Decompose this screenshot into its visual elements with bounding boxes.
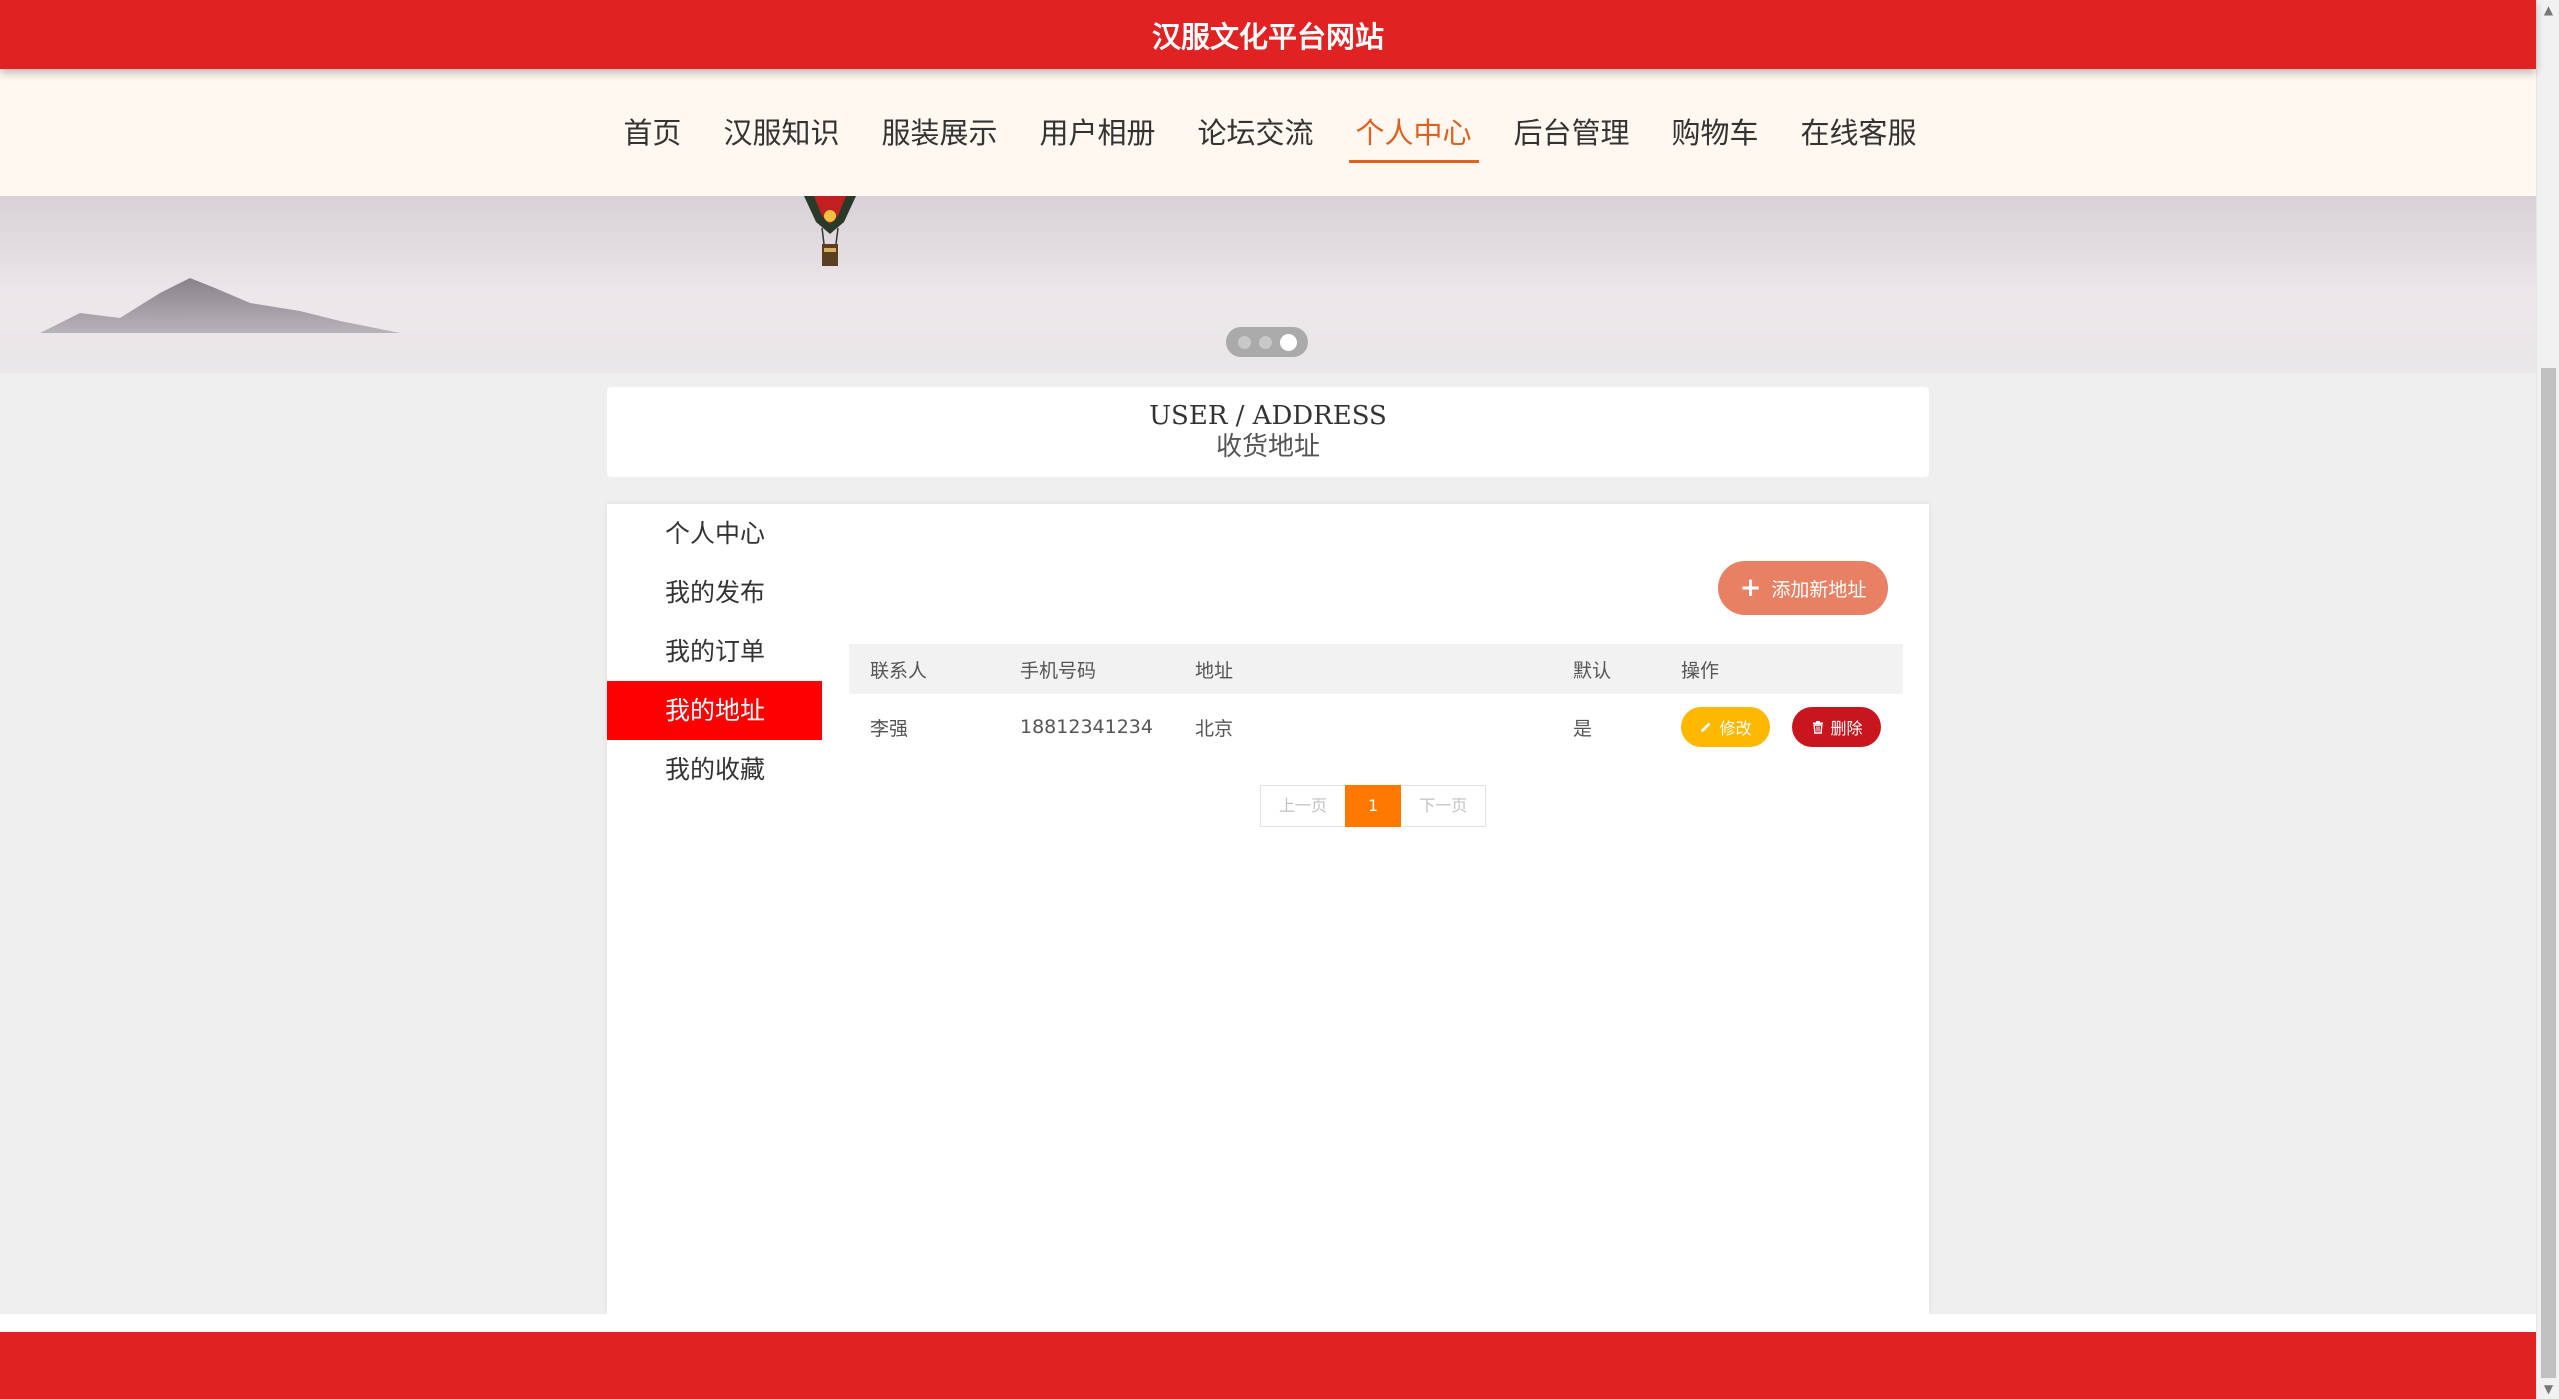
address-panel: 个人中心 我的发布 我的订单 我的地址 我的收藏 + 添加新地址 联系人 手机号… <box>607 504 1929 1314</box>
main-nav: 首页 汉服知识 服装展示 用户相册 论坛交流 个人中心 后台管理 购物车 在线客… <box>0 69 2536 196</box>
side-item-my-address[interactable]: 我的地址 <box>607 681 822 740</box>
carousel-indicator <box>1226 327 1308 357</box>
address-table: 联系人 手机号码 地址 默认 操作 李强 18812341234 北京 是 修改… <box>849 644 1903 760</box>
trash-icon <box>1812 721 1823 734</box>
scroll-up-arrow-icon[interactable]: ▲ <box>2537 0 2559 20</box>
page-scrollbar[interactable]: ▲ ▼ <box>2536 0 2559 1399</box>
side-menu: 个人中心 我的发布 我的订单 我的地址 我的收藏 <box>607 504 822 799</box>
cell-address: 北京 <box>1195 717 1234 740</box>
banner-carousel <box>0 196 2536 373</box>
header-actions: 操作 <box>1681 659 1720 682</box>
add-address-button[interactable]: + 添加新地址 <box>1718 561 1888 615</box>
header-address: 地址 <box>1195 659 1234 682</box>
carousel-dot-2[interactable] <box>1258 335 1272 349</box>
current-page[interactable]: 1 <box>1345 785 1402 827</box>
nav-item-online-service[interactable]: 在线客服 <box>1780 103 1938 163</box>
header-phone: 手机号码 <box>1020 659 1097 682</box>
cell-phone: 18812341234 <box>1020 716 1153 738</box>
nav-item-cart[interactable]: 购物车 <box>1651 103 1780 163</box>
nav-item-hanfu-knowledge[interactable]: 汉服知识 <box>702 103 860 163</box>
next-page-button[interactable]: 下一页 <box>1401 785 1487 827</box>
delete-button-label: 删除 <box>1830 719 1863 738</box>
header-contact: 联系人 <box>870 659 928 682</box>
side-item-my-favorites[interactable]: 我的收藏 <box>607 740 822 799</box>
prev-page-button[interactable]: 上一页 <box>1260 785 1346 827</box>
section-header: USER / ADDRESS 收货地址 <box>607 387 1929 477</box>
site-footer <box>0 1332 2536 1399</box>
edit-button[interactable]: 修改 <box>1681 707 1770 747</box>
footer-spacer <box>0 1314 2536 1332</box>
side-item-my-orders[interactable]: 我的订单 <box>607 622 822 681</box>
site-header: 汉服文化平台网站 <box>0 0 2536 69</box>
carousel-dot-3[interactable] <box>1279 333 1297 351</box>
nav-item-user-album[interactable]: 用户相册 <box>1018 103 1176 163</box>
scroll-down-arrow-icon[interactable]: ▼ <box>2537 1379 2559 1399</box>
pencil-icon <box>1701 722 1711 732</box>
cell-actions: 修改 删除 <box>1660 694 1903 760</box>
nav-item-clothing-display[interactable]: 服装展示 <box>860 103 1018 163</box>
plus-icon: + <box>1739 573 1762 603</box>
side-item-personal-center[interactable]: 个人中心 <box>607 504 822 563</box>
add-address-label: 添加新地址 <box>1771 578 1867 601</box>
section-title-en: USER / ADDRESS <box>1149 401 1387 431</box>
side-item-my-posts[interactable]: 我的发布 <box>607 563 822 622</box>
cell-contact: 李强 <box>870 717 909 740</box>
header-default: 默认 <box>1573 659 1612 682</box>
delete-button[interactable]: 删除 <box>1792 707 1882 747</box>
nav-item-admin[interactable]: 后台管理 <box>1493 103 1651 163</box>
table-row: 李强 18812341234 北京 是 修改 删除 <box>849 694 1903 760</box>
hot-air-balloon-image <box>804 196 856 266</box>
table-header-row: 联系人 手机号码 地址 默认 操作 <box>849 644 1903 694</box>
carousel-dot-1[interactable] <box>1237 335 1251 349</box>
edit-button-label: 修改 <box>1719 719 1752 738</box>
nav-item-personal-center[interactable]: 个人中心 <box>1335 103 1493 163</box>
scrollbar-thumb[interactable] <box>2541 368 2556 1378</box>
nav-item-home[interactable]: 首页 <box>602 103 702 163</box>
cell-default: 是 <box>1573 717 1593 740</box>
nav-item-forum[interactable]: 论坛交流 <box>1176 103 1334 163</box>
pagination: 上一页 1 下一页 <box>1260 785 1487 827</box>
site-title: 汉服文化平台网站 <box>1151 19 1384 54</box>
section-title-cn: 收货地址 <box>1215 432 1320 462</box>
